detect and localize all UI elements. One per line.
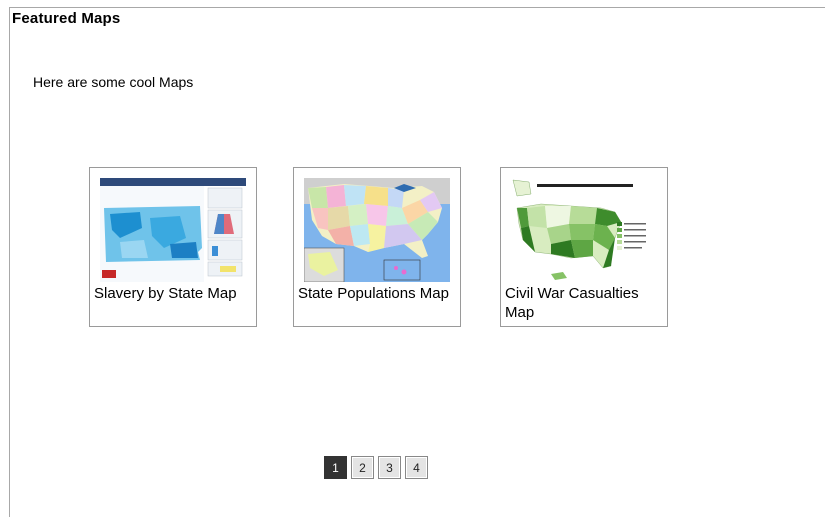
- page-button-1[interactable]: 1: [324, 456, 347, 479]
- map-card-label[interactable]: Civil War Casualties Map: [505, 284, 667, 322]
- map-card-label[interactable]: Slavery by State Map: [94, 284, 256, 303]
- map-card-civil-war-casualties[interactable]: Civil War Casualties Map: [500, 167, 668, 327]
- map-card-label[interactable]: State Populations Map: [298, 284, 460, 303]
- page-button-4[interactable]: 4: [405, 456, 428, 479]
- map-card-slavery-by-state[interactable]: Slavery by State Map: [89, 167, 257, 327]
- map-card-state-populations[interactable]: State Populations Map: [293, 167, 461, 327]
- panel-title: Featured Maps: [12, 10, 121, 27]
- us-states-political-map-thumbnail[interactable]: [304, 178, 450, 282]
- page-button-2[interactable]: 2: [351, 456, 374, 479]
- intro-text: Here are some cool Maps: [33, 74, 194, 90]
- pagination: 1 2 3 4: [324, 456, 428, 479]
- us-population-green-map-thumbnail[interactable]: [511, 178, 657, 282]
- page-button-3[interactable]: 3: [378, 456, 401, 479]
- pennsylvania-census-map-thumbnail[interactable]: [100, 178, 246, 282]
